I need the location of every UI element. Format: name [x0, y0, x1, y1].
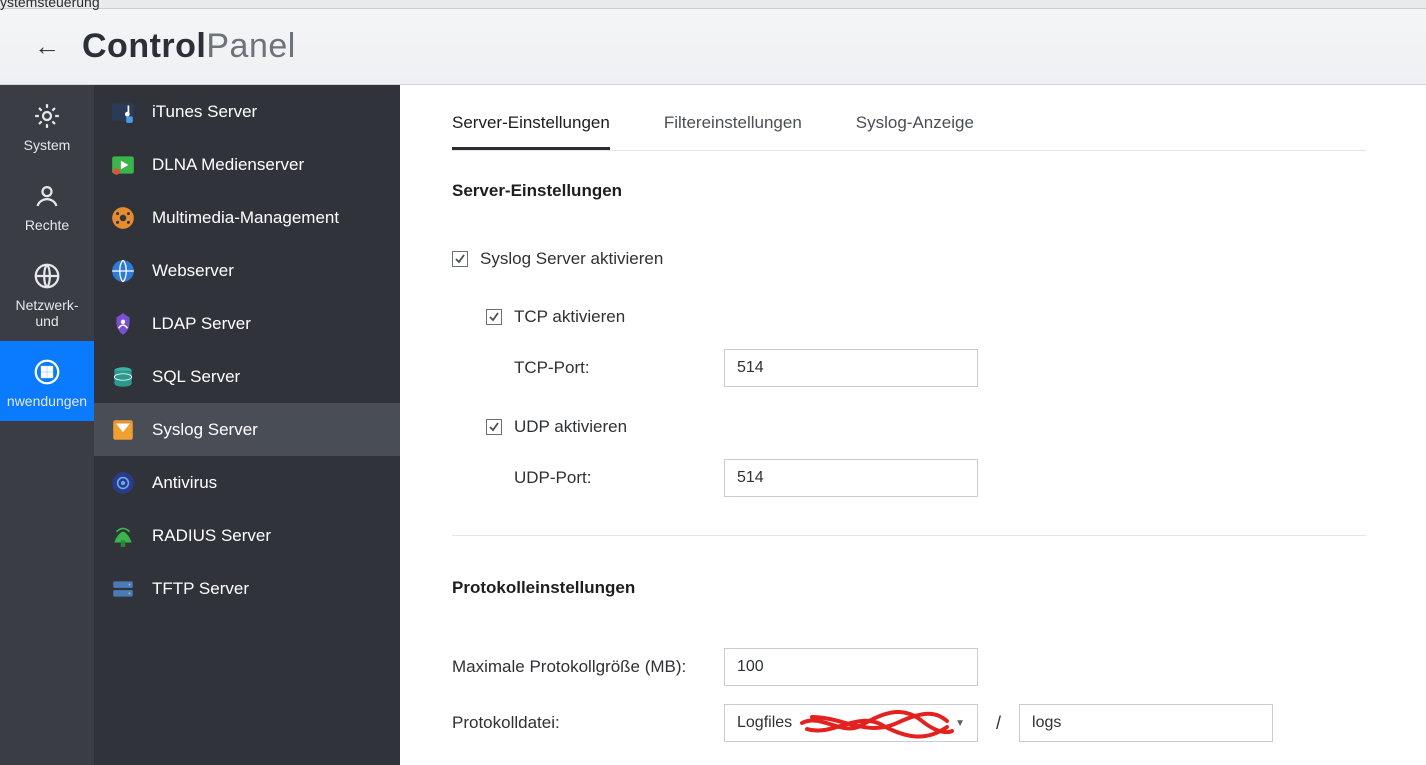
sidebar-item-webserver[interactable]: Webserver: [94, 244, 400, 297]
enable-syslog-checkbox[interactable]: [452, 251, 468, 267]
antivirus-icon: [110, 470, 136, 496]
logfile-folder-value: Logfiles: [737, 714, 792, 732]
udp-port-input[interactable]: [724, 459, 978, 497]
redaction-scribble: [797, 699, 957, 747]
sidebar-item-radius[interactable]: RADIUS Server: [94, 509, 400, 562]
sidebar-item-label: Antivirus: [152, 473, 217, 493]
logfile-label: Protokolldatei:: [452, 713, 724, 733]
sidebar-item-dlna[interactable]: DLNA Medienserver: [94, 138, 400, 191]
server-settings-heading: Server-Einstellungen: [452, 181, 1366, 201]
max-size-label: Maximale Protokollgröße (MB):: [452, 657, 724, 677]
sidebar-item-label: iTunes Server: [152, 102, 257, 122]
category-system[interactable]: System: [0, 85, 94, 165]
sidebar-item-sql[interactable]: SQL Server: [94, 350, 400, 403]
logfile-name-input[interactable]: [1019, 704, 1273, 742]
radius-icon: [110, 523, 136, 549]
category-label: Netzwerk- und: [15, 297, 78, 329]
enable-tcp-row: TCP aktivieren: [452, 295, 1366, 339]
max-size-row: Maximale Protokollgröße (MB):: [452, 648, 1366, 686]
syslog-icon: [110, 417, 136, 443]
globe-icon: [110, 258, 136, 284]
sidebar-item-syslog[interactable]: Syslog Server: [94, 403, 400, 456]
udp-port-label: UDP-Port:: [514, 468, 724, 488]
category-label: System: [24, 137, 71, 153]
sidebar-item-label: Webserver: [152, 261, 234, 281]
multimedia-icon: [110, 205, 136, 231]
udp-port-row: UDP-Port:: [452, 459, 1366, 497]
log-settings-heading: Protokolleinstellungen: [452, 578, 1366, 598]
category-rechte[interactable]: Rechte: [0, 165, 94, 245]
page-title-strong: Control: [82, 27, 206, 65]
tcp-port-label: TCP-Port:: [514, 358, 724, 378]
sidebar-item-ldap[interactable]: LDAP Server: [94, 297, 400, 350]
server-settings-section: Server-Einstellungen Syslog Server aktiv…: [400, 151, 1426, 742]
max-size-input[interactable]: [724, 648, 978, 686]
sidebar-item-label: SQL Server: [152, 367, 240, 387]
logfile-row: Protokolldatei: Logfiles ▼ /: [452, 704, 1366, 742]
sidebar-item-label: Multimedia-Management: [152, 208, 339, 228]
database-icon: [110, 364, 136, 390]
tab-syslog-anzeige[interactable]: Syslog-Anzeige: [856, 113, 974, 150]
category-anwendungen[interactable]: nwendungen: [0, 341, 94, 421]
tftp-icon: [110, 576, 136, 602]
page-title: ControlPanel: [82, 27, 296, 66]
sidebar-item-label: TFTP Server: [152, 579, 249, 599]
page-title-light: Panel: [206, 27, 295, 65]
tcp-port-input[interactable]: [724, 349, 978, 387]
sidebar-item-tftp[interactable]: TFTP Server: [94, 562, 400, 615]
tab-filtereinstellungen[interactable]: Filtereinstellungen: [664, 113, 802, 150]
sidebar-item-label: LDAP Server: [152, 314, 251, 334]
enable-syslog-label: Syslog Server aktivieren: [480, 249, 663, 269]
enable-udp-label: UDP aktivieren: [514, 417, 627, 437]
sidebar-item-label: RADIUS Server: [152, 526, 271, 546]
sidebar-item-label: DLNA Medienserver: [152, 155, 304, 175]
tab-server-einstellungen[interactable]: Server-Einstellungen: [452, 113, 610, 150]
category-netzwerk[interactable]: Netzwerk- und: [0, 245, 94, 341]
enable-udp-row: UDP aktivieren: [452, 405, 1366, 449]
sidebar-item-itunes[interactable]: iTunes Server: [94, 85, 400, 138]
category-label: nwendungen: [7, 393, 87, 409]
dlna-icon: [110, 152, 136, 178]
itunes-icon: [110, 99, 136, 125]
check-icon: [454, 253, 466, 265]
sidebar-item-multimedia[interactable]: Multimedia-Management: [94, 191, 400, 244]
globe-icon: [32, 261, 62, 291]
divider: [452, 535, 1366, 536]
window-title-fragment: ystemsteuerung: [0, 0, 100, 10]
path-separator: /: [996, 713, 1001, 734]
check-icon: [488, 421, 500, 433]
main-content: Server-Einstellungen Filtereinstellungen…: [400, 85, 1426, 765]
logfile-folder-select[interactable]: Logfiles ▼: [724, 704, 978, 742]
check-icon: [488, 311, 500, 323]
category-sidebar: System Rechte Netzwerk- und nwendungen: [0, 85, 94, 765]
app-sidebar: iTunes Server DLNA Medienserver Multimed…: [94, 85, 400, 765]
category-label: Rechte: [25, 217, 69, 233]
enable-tcp-label: TCP aktivieren: [514, 307, 625, 327]
enable-udp-checkbox[interactable]: [486, 419, 502, 435]
enable-tcp-checkbox[interactable]: [486, 309, 502, 325]
apps-icon: [32, 357, 62, 387]
tab-bar: Server-Einstellungen Filtereinstellungen…: [400, 85, 1426, 151]
tcp-port-row: TCP-Port:: [452, 349, 1366, 387]
chevron-down-icon: ▼: [955, 718, 965, 729]
gear-icon: [32, 101, 62, 131]
sidebar-item-label: Syslog Server: [152, 420, 258, 440]
sidebar-item-antivirus[interactable]: Antivirus: [94, 456, 400, 509]
header-bar: ← ControlPanel: [0, 9, 1426, 85]
user-icon: [32, 181, 62, 211]
ldap-icon: [110, 311, 136, 337]
back-arrow-icon[interactable]: ←: [34, 31, 60, 62]
enable-syslog-row: Syslog Server aktivieren: [452, 237, 1366, 281]
